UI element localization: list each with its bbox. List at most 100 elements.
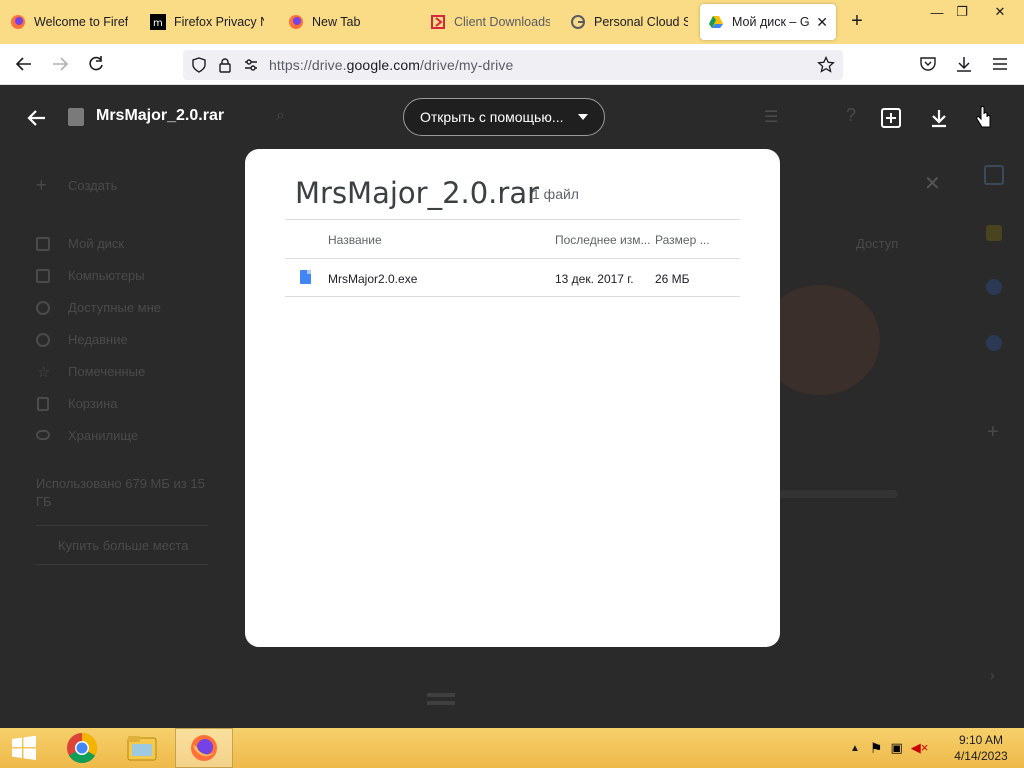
tab-label: Personal Cloud Storage [594,15,688,29]
shared-icon [36,301,50,315]
buy-storage-area: Купить больше места [36,525,208,565]
taskbar-clock[interactable]: 9:10 AM 4/14/2023 [944,732,1018,764]
tab-client-downloads[interactable]: Client Downloads [422,4,558,40]
lock-icon[interactable] [215,55,235,75]
url-bar[interactable]: https://drive.google.com/drive/my-drive [183,50,843,80]
add-to-drive-icon [881,108,901,128]
dimmed-filter-icon: ☰ [764,109,779,126]
url-text: https://drive.google.com/drive/my-drive [269,57,514,73]
star-icon: ☆ [37,364,51,381]
browser-tabstrip: Welcome to Firefox m Firefox Privacy Not… [0,0,1024,44]
tab-welcome[interactable]: Welcome to Firefox [2,4,136,40]
download-button[interactable] [925,104,953,132]
volume-muted-icon[interactable]: ◀× [911,740,929,756]
column-header-name[interactable]: Название [328,220,382,259]
add-addon-icon: + [987,421,999,443]
storage-usage-text: Использовано 679 МБ из 15 ГБ [36,476,205,509]
my-drive-icon [36,237,50,251]
svg-text:m: m [153,18,163,29]
create-plus-icon: + [36,175,47,195]
preview-file-title: MrsMajor_2.0.rar [96,107,225,124]
google-drive-icon [708,14,724,30]
start-button[interactable] [0,728,48,768]
dimmed-search-icon: ⌕ [276,107,285,124]
client-logo-icon [430,14,446,30]
tab-label: Firefox Privacy Notice [174,15,264,29]
tab-label: Мой диск – Google Drive [732,15,810,29]
tab-label: New Tab [312,15,361,29]
buy-storage-button[interactable]: Купить больше места [58,538,188,553]
hand-pointer-icon [976,106,991,128]
column-header-modified[interactable]: Последнее изм... [555,220,651,259]
bookmark-star-icon[interactable] [817,55,835,79]
clock-time: 9:10 AM [958,733,1004,747]
file-size: 26 МБ [655,271,690,286]
column-header-size[interactable]: Размер ... [655,220,735,259]
browser-navbar: https://drive.google.com/drive/my-drive [0,44,1024,85]
google-icon [570,14,586,30]
back-button[interactable] [12,52,36,76]
tasks-side-icon [986,279,1002,295]
table-row[interactable]: MrsMajor2.0.exe 13 дек. 2017 г. 26 МБ [285,258,740,297]
close-window-button[interactable]: ✕ [983,0,1017,24]
shield-icon[interactable] [189,55,209,75]
archive-file-icon [68,108,84,126]
tab-my-drive[interactable]: Мой диск – Google Drive ✕ [700,4,836,40]
system-tray: ▲ ⚑ ▣ ◀× [850,728,928,768]
file-count: 1 файл [532,186,579,202]
more-options-button[interactable] [970,104,998,132]
download-icon [932,110,946,128]
dimmed-help-icon: ? [846,105,857,125]
nav-computers: Компьютеры [68,268,145,283]
app-menu-button[interactable] [988,52,1012,76]
nav-my-drive: Мой диск [68,236,125,251]
nav-trash: Корзина [68,396,118,411]
computers-icon [36,269,50,283]
trash-icon [37,397,49,411]
archive-file-table: Название Последнее изм... Размер ... Mrs… [285,219,740,297]
restore-window-button[interactable]: ❐ [945,0,979,24]
windows-taskbar: ▲ ⚑ ▣ ◀× 9:10 AM 4/14/2023 [0,728,1024,768]
firefox-icon [10,14,26,30]
taskbar-firefox-button[interactable] [175,728,233,768]
new-tab-button[interactable]: + [846,11,868,33]
document-file-icon [300,270,311,284]
drag-handle-icon [427,693,455,697]
file-name: MrsMajor2.0.exe [328,271,418,286]
table-header-row: Название Последнее изм... Размер ... [285,219,740,258]
open-with-button[interactable]: Открыть с помощью... [403,98,605,136]
network-icon[interactable]: ▣ [890,740,902,756]
preview-header: MrsMajor_2.0.rar ⌕ Открыть с помощью... … [0,85,1024,149]
forward-button[interactable] [48,52,72,76]
add-to-drive-button[interactable] [877,104,905,132]
archive-contents-dialog: MrsMajor_2.0.rar 1 файл Название Последн… [245,149,780,647]
file-modified-date: 13 дек. 2017 г. [555,271,634,286]
downloads-button[interactable] [952,52,976,76]
tab-newtab[interactable]: New Tab [280,4,412,40]
tab-privacy[interactable]: m Firefox Privacy Notice [142,4,272,40]
close-tab-icon[interactable]: ✕ [816,14,828,31]
hamburger-menu-icon [993,58,1007,70]
show-hidden-icons-icon[interactable]: ▲ [850,743,860,754]
create-button-label: Создать [68,178,118,193]
action-center-flag-icon[interactable]: ⚑ [870,740,883,757]
preview-back-button[interactable] [24,105,50,131]
permissions-icon[interactable] [241,55,261,75]
folder-icon [127,736,157,761]
arrow-left-icon [27,110,45,126]
taskbar-chrome-button[interactable] [53,728,111,768]
chevron-down-icon [578,114,588,120]
access-column-label: Доступ [856,236,899,251]
open-with-label: Открыть с помощью... [420,109,564,125]
nav-storage: Хранилище [68,428,139,443]
pocket-button[interactable] [916,52,940,76]
clock-date: 4/14/2023 [954,749,1008,763]
cloud-icon [36,430,50,440]
taskbar-file-explorer-button[interactable] [113,728,171,768]
dimmed-progress [770,490,898,498]
tab-personal-cloud[interactable]: Personal Cloud Storage [562,4,696,40]
chrome-icon [67,733,98,764]
forward-arrow-icon [53,57,69,71]
reload-button[interactable] [84,52,108,76]
nav-starred: Помеченные [68,364,146,379]
